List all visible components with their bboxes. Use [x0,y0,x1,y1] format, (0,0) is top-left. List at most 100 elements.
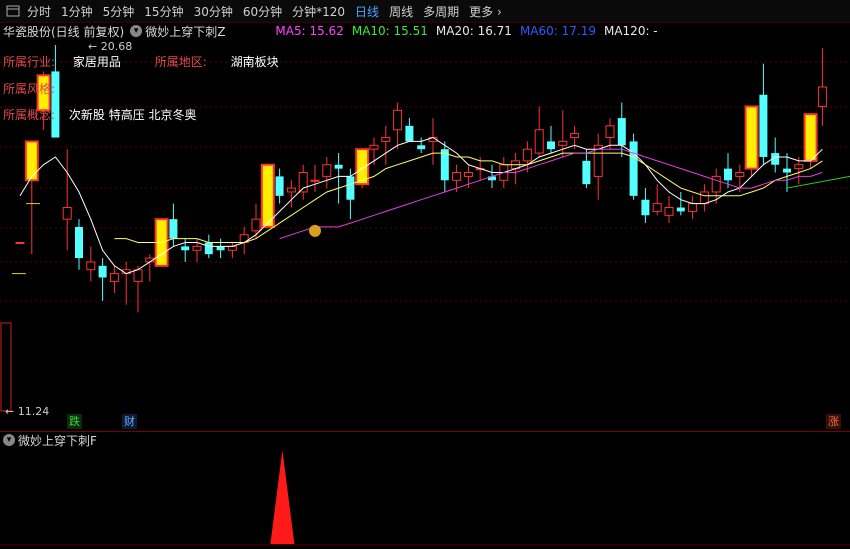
candle-up [310,179,320,182]
candle-up [522,148,532,162]
candle-up [652,203,662,212]
period-15min[interactable]: 15分钟 [144,3,183,20]
period-daily[interactable]: 日线 [355,3,379,20]
style-row: 所属风格: [3,80,55,97]
period-toolbar: 分时 1分钟 5分钟 15分钟 30分钟 60分钟 分钟*120 日线 周线 多… [0,0,850,23]
ma10-label: MA10: 15.51 [351,24,428,38]
candle-up [558,140,568,146]
signal-candle [260,163,275,228]
candle-up [735,172,745,177]
candle-up [794,164,804,170]
period-120min[interactable]: 分钟*120 [292,3,345,20]
more-button[interactable]: 更多 › [469,3,502,20]
candle-down [724,168,732,181]
candle-down [75,226,83,259]
candle-down [334,164,343,169]
period-60min[interactable]: 60分钟 [243,3,282,20]
money-bag-icon [309,224,321,237]
signal-candle [744,105,759,170]
chevron-right-icon: › [496,4,502,19]
die-tag[interactable]: 跌 [67,414,82,429]
chevron-down-icon[interactable]: ▾ [130,25,143,37]
concept-row: 所属概念: 次新股 特高压 北京冬奥 [3,106,197,123]
region-value: 湖南板块 [230,55,279,69]
candle-up [369,144,379,150]
zhang-tag[interactable]: 涨 [826,414,841,429]
stock-title: 华瓷股份(日线 前复权) [3,24,125,39]
period-weekly[interactable]: 周线 [389,3,413,20]
period-5min[interactable]: 5分钟 [103,3,135,20]
candle-up [227,245,237,251]
candle-up [570,133,580,139]
industry-label: 所属行业: [3,55,56,69]
ma-green-line [786,175,850,189]
candle-up [534,129,544,154]
candle-down [346,176,355,200]
style-label: 所属风格: [3,82,56,96]
signal-candle [803,113,818,162]
candle-up [133,269,143,282]
ma-white-line [19,136,823,275]
left-volume-bar [0,322,12,412]
candle-up [15,241,25,244]
candle-down [617,118,626,146]
sub-indicator-name[interactable]: 微妙上穿下刺F [18,432,97,449]
concept-label: 所属概念: [3,108,56,122]
ma20-label: MA20: 16.71 [435,24,512,38]
candle-down [759,94,768,157]
low-price-label: ← 11.24 [5,405,50,418]
sub-chart-header: ▾ 微妙上穿下刺F [0,431,850,448]
candle-up [251,218,261,232]
signal-candle [24,140,39,182]
industry-row: 所属行业: 家居用品 所属地区: 湖南板块 [3,53,279,70]
ma120-label: MA120: - [603,24,658,38]
candle-down [98,265,107,278]
candle-down [676,207,685,212]
candle-down [783,168,791,173]
candle-up [699,191,709,205]
high-price-value: 20.68 [100,40,133,53]
candle-up [688,203,698,212]
candle-down [629,141,638,196]
candle-up [452,172,462,181]
ma60-label: MA60: 17.19 [519,24,596,38]
period-1min[interactable]: 1分钟 [61,3,93,20]
candle-down [547,141,555,150]
candle-up [605,125,615,139]
high-price-label: ← 20.68 [88,40,133,53]
concept-value: 次新股 特高压 北京冬奥 [68,108,197,122]
low-price-value: 11.24 [17,405,50,418]
candle-up [664,207,674,216]
period-multi[interactable]: 多周期 [423,3,459,20]
indicator-name[interactable]: 微妙上穿下刺Z [145,23,225,40]
candle-up [711,175,721,193]
candle-up [817,86,827,107]
industry-value: 家居用品 [72,55,121,69]
candle-up [393,109,403,131]
candle-down [216,246,225,251]
kline-chart[interactable] [0,40,850,430]
candle-up [86,261,96,271]
candle-up [298,172,308,193]
candle-down [641,199,650,216]
candle-up [192,245,202,251]
more-label: 更多 [469,4,494,19]
candle-down [417,145,426,150]
signal-spike [270,450,295,544]
candle-down [169,219,178,239]
candle-down [181,246,190,251]
period-fenshi[interactable]: 分时 [27,3,51,20]
sub-indicator-chart[interactable] [0,447,850,549]
candle-down [275,176,284,196]
period-30min[interactable]: 30分钟 [194,3,233,20]
candle-down [405,125,414,142]
candle-up [62,207,72,220]
candle-down [204,242,213,255]
chevron-down-icon[interactable]: ▾ [3,434,15,446]
cai-tag[interactable]: 财 [122,414,137,429]
candle-up [286,187,296,193]
candle-up [463,172,473,177]
menu-icon[interactable] [6,5,20,17]
candle-up [322,164,332,177]
ma5-label: MA5: 15.62 [275,24,344,38]
